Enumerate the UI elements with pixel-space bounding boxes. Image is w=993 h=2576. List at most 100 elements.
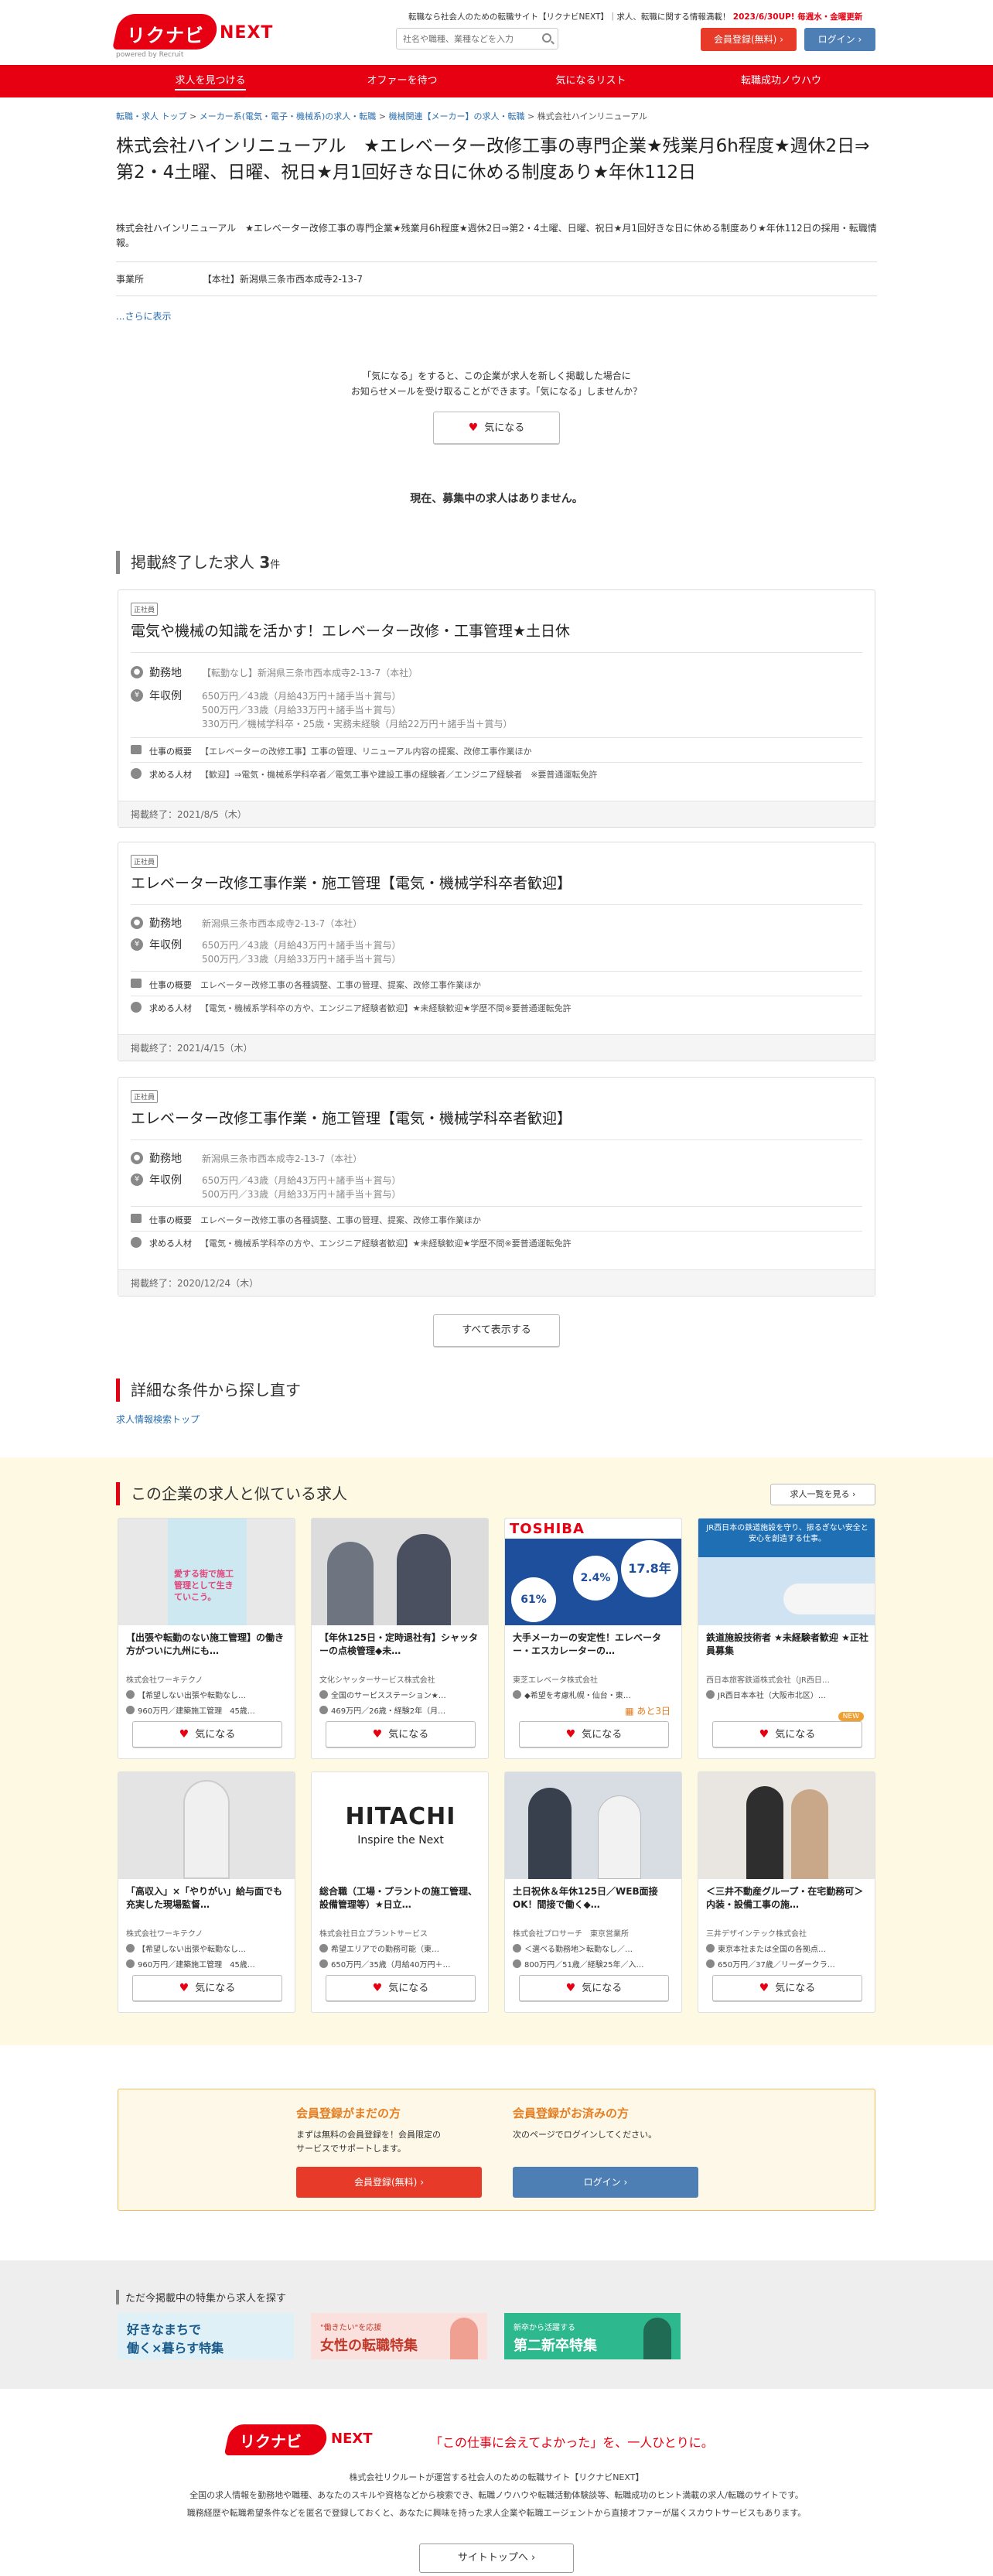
job-card[interactable]: 正社員 電気や機械の知識を活かす！エレベーター改修・工事管理★土日休 ● 勤務地… <box>118 589 875 828</box>
similar-favorite-label: 気になる <box>582 1729 623 1741</box>
favorite-note-line2: お知らせメールを受け取ることができます。「気になる」しませんか？ <box>350 386 643 397</box>
work-value: エレベーター改修工事の各種調整、工事の管理、提案、改修工事作業ほか <box>200 1215 481 1225</box>
employment-tag: 正社員 <box>131 855 159 868</box>
want-value: 【歓迎】⇒電気・機械系学科卒者／電気工事や建設工事の経験者／エンジニア経験者 ※… <box>200 770 598 780</box>
logo-text: リクナビ <box>127 25 204 46</box>
want-label: 求める人材 <box>149 1003 192 1013</box>
similar-job-card[interactable]: 【年休125日・定時退社有】シャッターの点検管理◆未… 文化シヤッターサービス株… <box>311 1518 489 1759</box>
similar-job-location-text: JR西日本本社（大阪市北区）… <box>718 1692 826 1700</box>
site-top-button[interactable]: サイトトップへ › <box>419 2544 574 2573</box>
similar-job-card[interactable]: 土日祝休＆年休125日／WEB面接OK！間接で働く◆… 株式会社プロサーチ 東京… <box>504 1771 682 2013</box>
job-title[interactable]: エレベーター改修工事作業・施工管理【電気・機械学科卒者歓迎】 <box>131 1107 572 1128</box>
favorite-button[interactable]: ♥ 気になる <box>433 412 560 444</box>
similar-job-card[interactable]: ＜三井不動産グループ・在宅勤務可＞内装・設備工事の施… 三井デザインテック株式会… <box>698 1771 875 2013</box>
salary-line: 650万円／43歳（月給43万円＋諸手当＋賞与） <box>202 940 401 951</box>
similar-favorite-label: 気になる <box>195 1729 236 1741</box>
breadcrumb-link-machine[interactable]: 機械関連【メーカー】の求人・転職 <box>389 111 525 121</box>
similar-favorite-button[interactable]: ♥ 気になる <box>132 1721 282 1748</box>
site-top-label: サイトトップへ <box>457 2552 528 2564</box>
no-jobs-message: 現在、募集中の求人はありません。 <box>410 493 583 505</box>
feature-banner-line2: 女性の転職特集 <box>320 2338 418 2354</box>
search-box[interactable] <box>396 28 558 50</box>
ended-jobs-count-unit: 件 <box>270 559 281 571</box>
work-value: エレベーター改修工事の各種調整、工事の管理、提案、改修工事作業ほか <box>200 980 481 990</box>
similar-job-company: 株式会社ワーキテクノ <box>126 1676 203 1685</box>
job-card[interactable]: 正社員 エレベーター改修工事作業・施工管理【電気・機械学科卒者歓迎】 ● 勤務地… <box>118 1077 875 1297</box>
nav-offers[interactable]: オファーを待つ <box>325 65 479 97</box>
nav-find-jobs[interactable]: 求人を見つける <box>133 65 288 97</box>
search-input[interactable] <box>403 29 534 49</box>
banner-person <box>643 2318 671 2359</box>
show-all-button[interactable]: すべて表示する <box>433 1314 560 1347</box>
site-logo[interactable]: リクナビ NEXT powered by Recruit <box>112 14 309 59</box>
job-card[interactable]: 正社員 エレベーター改修工事作業・施工管理【電気・機械学科卒者歓迎】 ● 勤務地… <box>118 842 875 1061</box>
login-button[interactable]: ログイン › <box>804 28 875 51</box>
salary-line: 650万円／43歳（月給43万円＋諸手当＋賞与） <box>202 1175 401 1186</box>
job-list-button[interactable]: 求人一覧を見る › <box>770 1484 875 1505</box>
similar-job-title: 総合職（工場・プラントの施工管理、設備管理等）★日立… <box>319 1886 478 1910</box>
heart-icon: ♥ <box>179 1728 189 1741</box>
job-title[interactable]: 電気や機械の知識を活かす！エレベーター改修・工事管理★土日休 <box>131 620 570 641</box>
search-top-link[interactable]: 求人情報検索トップ <box>116 1413 200 1426</box>
nav-knowhow[interactable]: 転職成功ノウハウ <box>704 65 858 97</box>
similar-favorite-button[interactable]: ♥ 気になる <box>519 1721 669 1748</box>
toshiba-logo: TOSHIBA <box>510 1521 585 1537</box>
similar-job-card[interactable]: HITACHI Inspire the Next 総合職（工場・プラントの施工管… <box>311 1771 489 2013</box>
stat-circle: 61% <box>511 1577 556 1622</box>
ended-date: 掲載終了：2021/8/5（木） <box>118 801 875 827</box>
register-button[interactable]: 会員登録(無料) › <box>701 28 797 51</box>
similar-favorite-button[interactable]: ♥ 気になる <box>519 1975 669 2001</box>
ended-date: 掲載終了：2020/12/24（木） <box>118 1269 875 1296</box>
search-again-heading: 詳細な条件から探し直す <box>116 1379 301 1402</box>
similar-job-card[interactable]: JR西日本の鉄道施設を守り、振るぎない安全と安心を創造する仕事。 鉄道施設技術者… <box>698 1518 875 1759</box>
member-register-button[interactable]: 会員登録(無料) › <box>296 2167 482 2198</box>
similar-favorite-label: 気になる <box>388 1729 429 1741</box>
similar-job-card[interactable]: 愛する街で施工管理として生きていこう。 【出張や転勤のない施工管理】の働き方がつ… <box>118 1518 295 1759</box>
office-row: 事業所 【本社】新潟県三条市西本成寺2-13-7 <box>116 272 363 285</box>
divider <box>131 737 862 738</box>
new-badge: NEW <box>838 1712 864 1721</box>
footer-logo-next: NEXT <box>331 2431 373 2447</box>
heart-icon: ♥ <box>468 422 479 434</box>
breadcrumb-link-maker[interactable]: メーカー系(電気・電子・機械系)の求人・転職 <box>200 111 377 121</box>
similar-job-location: 【希望しない出張や転勤なし… <box>126 1942 290 1954</box>
location-value: 【転勤なし】新潟県三条市西本成寺2-13-7（本社） <box>202 668 418 678</box>
similar-job-location-text: ＜選べる勤務地＞転勤なし／… <box>524 1946 633 1954</box>
show-more-link[interactable]: ...さらに表示 <box>116 309 171 323</box>
want-value: 【電気・機械系学科卒の方や、エンジニア経験者歓迎】★未経験歓迎★学歴不問※要普通… <box>200 1003 572 1013</box>
nav-offers-label: オファーを待つ <box>367 75 438 87</box>
similar-job-location: 全国のサービスステーション★… <box>319 1689 483 1700</box>
breadcrumb-link-top[interactable]: 転職・求人 トップ <box>116 111 187 121</box>
member-not-registered-line1: まずは無料の会員登録を！会員限定の <box>296 2130 441 2140</box>
favorite-note: 「気になる」をすると、この企業が求人を新しく掲載した場合に お知らせメールを受け… <box>0 368 993 399</box>
member-login-button[interactable]: ログイン › <box>513 2167 698 2198</box>
want-label: 求める人材 <box>149 770 192 780</box>
salary-values: 650万円／43歳（月給43万円＋諸手当＋賞与） 500万円／33歳（月給33万… <box>202 689 512 731</box>
footer-logo[interactable]: リクナビ NEXT 「この仕事に会えてよかった」を、一人ひとりに。 <box>224 2421 761 2457</box>
similar-favorite-button[interactable]: ♥ 気になる <box>132 1975 282 2001</box>
feature-banner-local[interactable]: 好きなまちで 働く×暮らす特集 <box>118 2313 294 2359</box>
feature-banner-second-grad[interactable]: 新卒から活躍する 第二新卒特集 <box>504 2313 681 2359</box>
feature-banner-line1: "働きたい"を応援 <box>320 2324 382 2332</box>
job-title[interactable]: エレベーター改修工事作業・施工管理【電気・機械学科卒者歓迎】 <box>131 872 572 893</box>
similar-job-salary: 650万円／37歳／リーダークラ… <box>706 1958 870 1970</box>
job-photo <box>312 1519 488 1625</box>
member-box: 会員登録がまだの方 まずは無料の会員登録を！会員限定の サービスでサポートします… <box>118 2089 875 2211</box>
similar-job-company: 三井デザインテック株式会社 <box>706 1930 807 1939</box>
location-label: 勤務地 <box>149 667 182 679</box>
similar-job-card[interactable]: 「高収入」×「やりがい」給与面でも充実した現場監督… 株式会社ワーキテクノ 【希… <box>118 1771 295 2013</box>
similar-favorite-button[interactable]: ♥ 気になる <box>326 1721 476 1748</box>
nav-favorites-label: 気になるリスト <box>555 75 626 87</box>
similar-favorite-button[interactable]: ♥ 気になる <box>712 1975 862 2001</box>
similar-favorite-label: 気になる <box>388 1983 429 1994</box>
similar-favorite-button[interactable]: ♥ 気になる <box>712 1721 862 1748</box>
similar-job-salary: 960万円／建築施工管理 45歳… <box>126 1958 290 1970</box>
similar-job-card[interactable]: TOSHIBA 17.8年 2.4% 61% 大手メーカーの安定性！エレベーター… <box>504 1518 682 1759</box>
location-icon <box>706 1690 715 1699</box>
briefcase-icon <box>131 979 142 988</box>
search-icon[interactable] <box>542 33 551 43</box>
similar-favorite-label: 気になる <box>775 1983 816 1994</box>
feature-banner-women[interactable]: "働きたい"を応援 女性の転職特集 <box>311 2313 487 2359</box>
similar-favorite-button[interactable]: ♥ 気になる <box>326 1975 476 2001</box>
nav-favorites[interactable]: 気になるリスト <box>514 65 668 97</box>
